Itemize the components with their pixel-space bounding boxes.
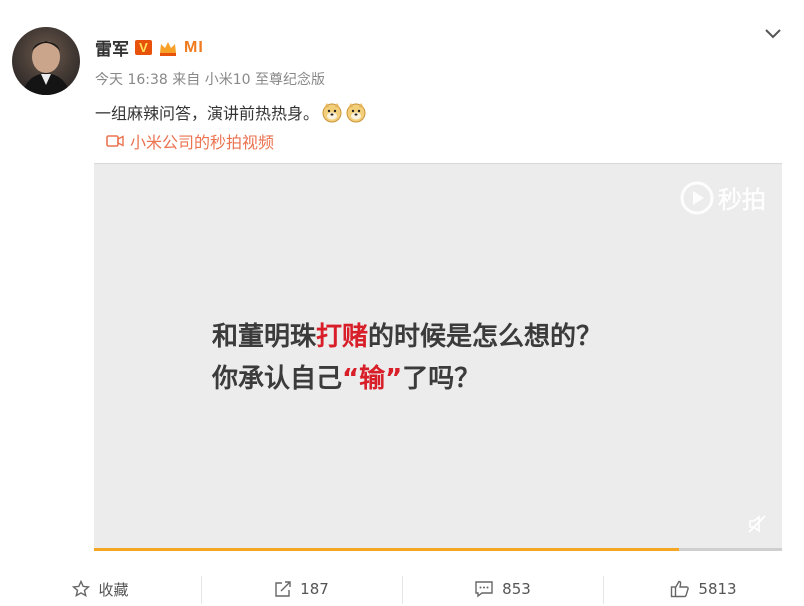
- star-icon: [72, 580, 91, 598]
- favorite-button[interactable]: 收藏: [0, 572, 201, 606]
- action-bar: 收藏 187 853 5813: [0, 572, 804, 606]
- post-text: 一组麻辣问答，演讲前热热身。: [95, 100, 367, 124]
- crown-icon[interactable]: [158, 39, 178, 57]
- like-button[interactable]: 5813: [603, 572, 804, 606]
- caption-highlight: 打赌: [316, 322, 369, 352]
- comment-icon: [475, 581, 493, 598]
- caption-line-2: 你承认自己“输”了吗？: [212, 358, 602, 400]
- post-body: 一组麻辣问答，演讲前热热身。: [95, 104, 320, 123]
- video-progress-bar[interactable]: [94, 548, 782, 551]
- favorite-label: 收藏: [98, 580, 129, 599]
- share-count: 187: [300, 580, 329, 598]
- share-icon: [275, 581, 291, 597]
- miaopai-logo-icon: [680, 181, 714, 214]
- video-icon: [106, 135, 124, 147]
- share-button[interactable]: 187: [201, 572, 402, 606]
- mi-badge[interactable]: MI: [184, 39, 204, 57]
- video-progress-fill: [94, 548, 679, 551]
- comment-button[interactable]: 853: [402, 572, 603, 606]
- post-meta: 今天 16:38 来自 小米10 至尊纪念版: [95, 72, 325, 88]
- caption-text: 了吗？: [402, 364, 481, 394]
- doge-emoji: [346, 103, 366, 123]
- video-caption: 和董明珠打赌的时候是怎么想的？ 你承认自己“输”了吗？: [212, 316, 602, 400]
- caption-text: 你承认自己: [212, 364, 343, 394]
- avatar[interactable]: [12, 27, 80, 95]
- caption-text: 和董明珠: [212, 322, 317, 352]
- caption-line-1: 和董明珠打赌的时候是怎么想的？: [212, 316, 602, 358]
- miaopai-watermark: 秒拍: [680, 180, 766, 215]
- doge-emoji: [322, 103, 342, 123]
- author-row: 雷军 V MI: [95, 35, 204, 61]
- video-source-label[interactable]: 小米公司的秒拍视频: [130, 129, 274, 153]
- miaopai-text: 秒拍: [718, 186, 766, 214]
- caption-highlight: “输”: [342, 364, 403, 394]
- comment-count: 853: [502, 580, 531, 598]
- chevron-down-icon[interactable]: [764, 26, 782, 40]
- video-source-link[interactable]: 小米公司的秒拍视频: [106, 129, 274, 153]
- mute-icon[interactable]: [746, 513, 768, 535]
- like-count: 5813: [698, 580, 737, 598]
- video-player[interactable]: 秒拍 和董明珠打赌的时候是怎么想的？ 你承认自己“输”了吗？: [94, 163, 782, 549]
- verified-badge[interactable]: V: [135, 40, 152, 55]
- caption-text: 的时候是怎么想的？: [368, 322, 603, 352]
- thumbs-up-icon: [671, 580, 690, 598]
- author-name[interactable]: 雷军: [95, 35, 129, 60]
